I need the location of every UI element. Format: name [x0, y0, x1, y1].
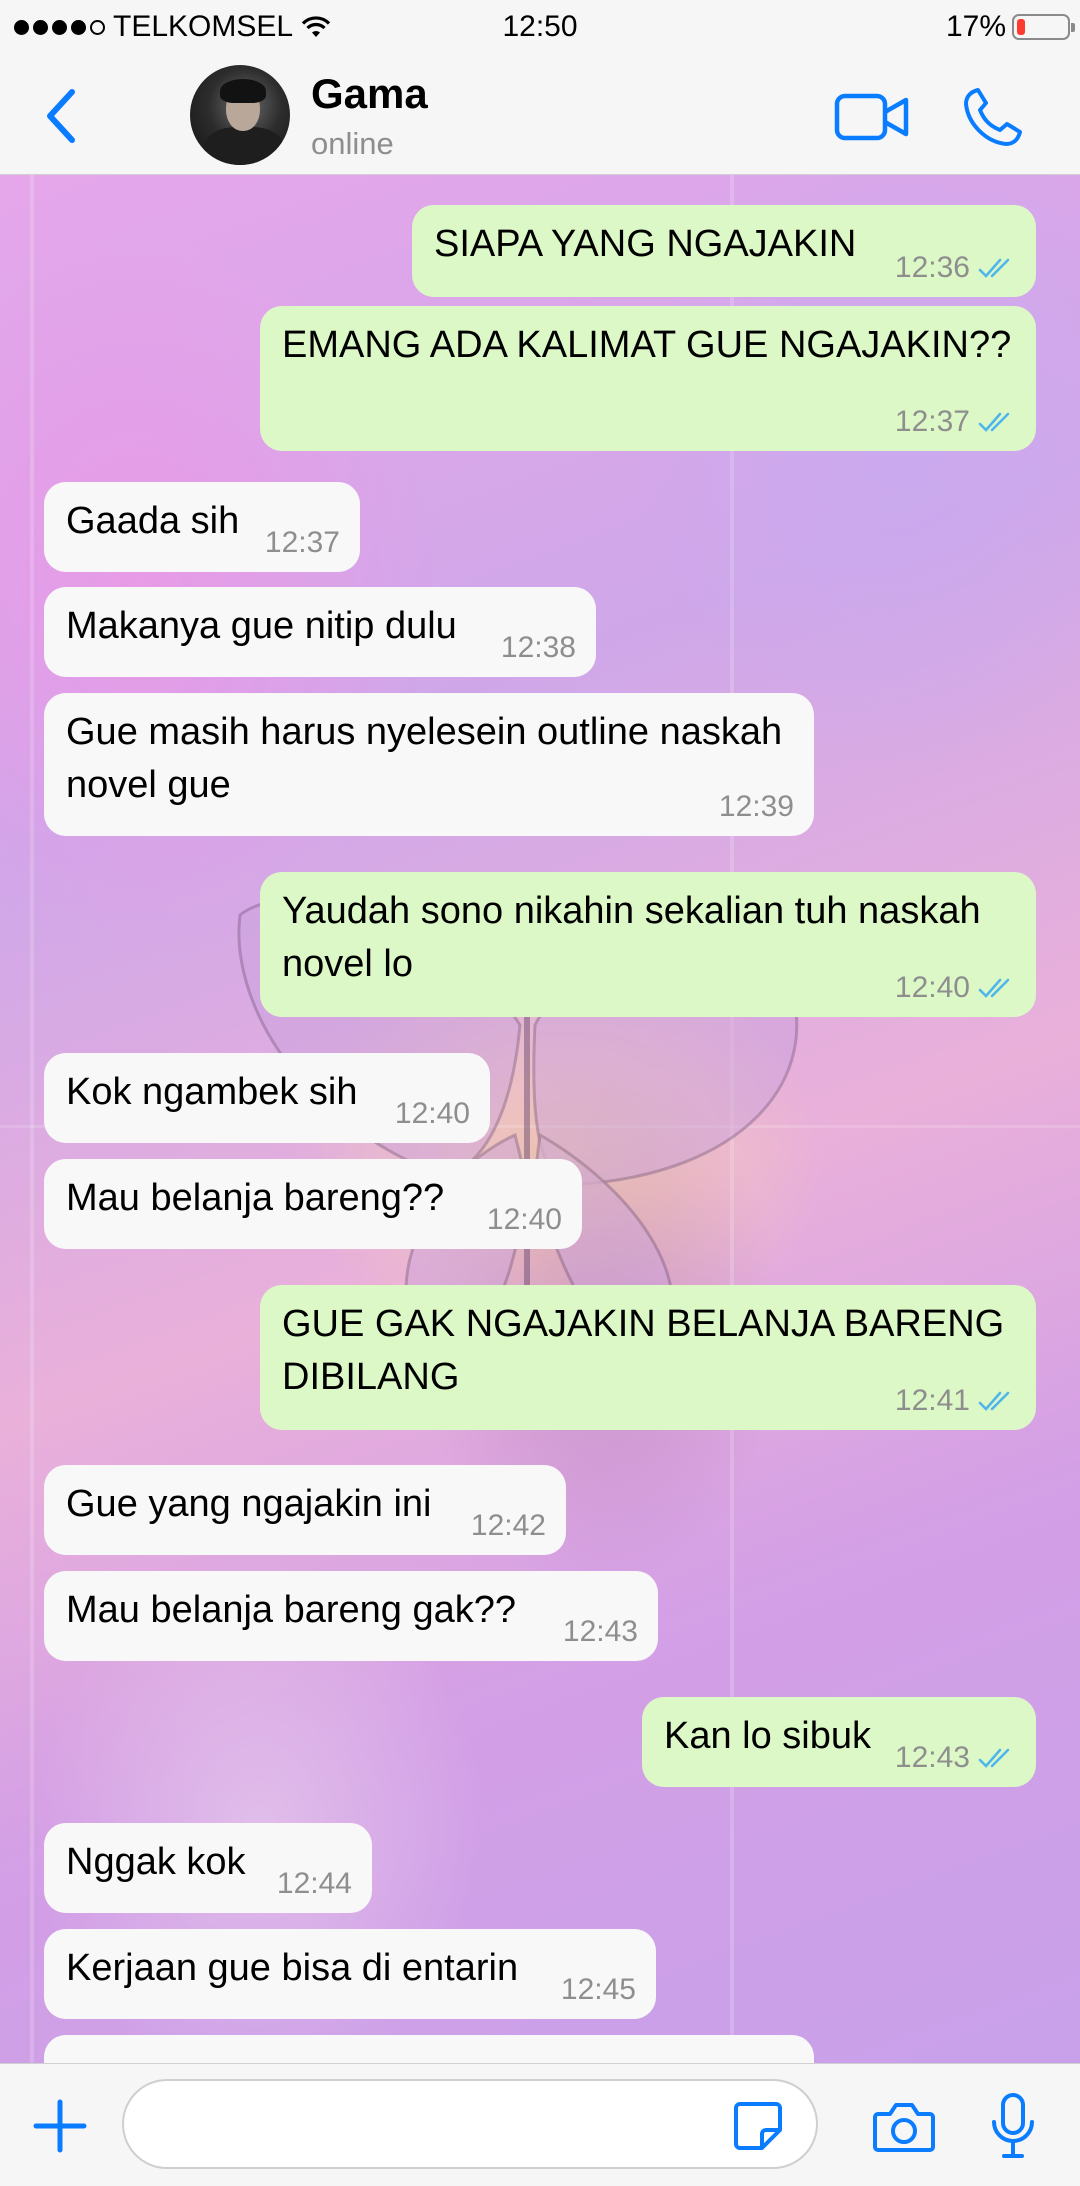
microphone-icon[interactable] [990, 2092, 1036, 2160]
incoming-message-bubble[interactable]: Kerjaan gue bisa di entarin 12:45 [44, 1929, 656, 2019]
message-text: Kok ngambek sih [66, 1071, 358, 1113]
message-time: 12:40 [394, 1097, 470, 1130]
message-text: Yaudah sono nikahin sekalian tuh naskah … [282, 890, 981, 985]
message-text: Mau belanja bareng?? [66, 1177, 445, 1219]
message-text: Gaada sih [66, 500, 240, 542]
incoming-message-bubble-partial[interactable] [44, 2035, 814, 2063]
message-text: Kan lo sibuk [664, 1715, 872, 1757]
message-meta: 12:40 [895, 971, 1016, 1005]
video-camera-icon[interactable] [834, 90, 910, 144]
chat-header: Gama online [0, 56, 1080, 175]
input-bar [0, 2063, 1080, 2186]
battery-icon [1012, 14, 1075, 40]
message-time: 12:43 [894, 1741, 970, 1774]
read-receipt-icon [978, 258, 1010, 278]
message-time: 12:44 [276, 1867, 352, 1900]
incoming-message-bubble[interactable]: Gue masih harus nyelesein outline naskah… [44, 693, 814, 836]
message-time: 12:41 [894, 1384, 970, 1417]
read-receipt-icon [978, 412, 1010, 432]
chevron-left-icon[interactable] [38, 86, 88, 146]
message-time: 12:40 [486, 1203, 562, 1236]
message-meta: 12:37 [895, 405, 1016, 439]
outgoing-message-bubble[interactable]: Yaudah sono nikahin sekalian tuh naskah … [260, 872, 1036, 1017]
outgoing-message-bubble[interactable]: Kan lo sibuk 12:43 [642, 1697, 1036, 1787]
battery-percentage: 17% [945, 10, 1006, 43]
incoming-message-bubble[interactable]: Mau belanja bareng gak?? 12:43 [44, 1571, 658, 1661]
incoming-message-bubble[interactable]: Gue yang ngajakin ini 12:42 [44, 1465, 566, 1555]
incoming-message-bubble[interactable]: Mau belanja bareng?? 12:40 [44, 1159, 582, 1249]
camera-icon[interactable] [872, 2100, 936, 2154]
contact-name[interactable]: Gama [311, 70, 428, 118]
outgoing-message-bubble[interactable]: SIAPA YANG NGAJAKIN 12:36 [412, 205, 1036, 297]
message-meta: 12:43 [563, 1615, 638, 1649]
message-text: Makanya gue nitip dulu [66, 605, 457, 647]
message-time: 12:38 [500, 631, 576, 664]
message-meta: 12:39 [719, 790, 794, 824]
incoming-message-bubble[interactable]: Makanya gue nitip dulu 12:38 [44, 587, 596, 677]
message-meta: 12:42 [471, 1509, 546, 1543]
message-time: 12:45 [560, 1973, 636, 2006]
outgoing-message-bubble[interactable]: GUE GAK NGAJAKIN BELANJA BARENG DIBILANG… [260, 1285, 1036, 1430]
message-text: Mau belanja bareng gak?? [66, 1589, 517, 1631]
status-time: 12:50 [502, 10, 578, 43]
message-text: Gue masih harus nyelesein outline naskah… [66, 711, 783, 806]
incoming-message-bubble[interactable]: Nggak kok 12:44 [44, 1823, 372, 1913]
plus-icon[interactable] [32, 2098, 88, 2154]
message-text: Gue yang ngajakin ini [66, 1483, 432, 1525]
message-meta: 12:38 [501, 631, 576, 665]
read-receipt-icon [978, 1391, 1010, 1411]
message-meta: 12:40 [487, 1203, 562, 1237]
avatar[interactable] [190, 65, 290, 165]
message-meta: 12:45 [561, 1973, 636, 2007]
message-meta: 12:37 [265, 526, 340, 560]
message-meta: 12:40 [395, 1097, 470, 1131]
message-meta: 12:43 [895, 1741, 1016, 1775]
message-time: 12:40 [894, 971, 970, 1004]
message-time: 12:39 [718, 790, 794, 823]
message-time: 12:36 [894, 251, 970, 284]
incoming-message-bubble[interactable]: Kok ngambek sih 12:40 [44, 1053, 490, 1143]
message-meta: 12:44 [277, 1867, 352, 1901]
phone-icon[interactable] [962, 86, 1024, 148]
message-meta: 12:36 [895, 251, 1016, 285]
message-time: 12:37 [894, 405, 970, 438]
message-text: EMANG ADA KALIMAT GUE NGAJAKIN?? [282, 324, 1012, 366]
message-text: SIAPA YANG NGAJAKIN [434, 223, 857, 265]
sticker-icon[interactable] [732, 2100, 784, 2152]
message-time: 12:43 [562, 1615, 638, 1648]
outgoing-message-bubble[interactable]: EMANG ADA KALIMAT GUE NGAJAKIN?? 12:37 [260, 306, 1036, 451]
message-meta: 12:41 [895, 1384, 1016, 1418]
message-time: 12:42 [470, 1509, 546, 1542]
contact-status: online [311, 126, 394, 161]
chat-area[interactable]: SIAPA YANG NGAJAKIN 12:36 EMANG ADA KALIMA… [0, 175, 1080, 2063]
message-time: 12:37 [264, 526, 340, 559]
message-text: Kerjaan gue bisa di entarin [66, 1947, 519, 1989]
incoming-message-bubble[interactable]: Gaada sih 12:37 [44, 482, 360, 572]
status-bar: TELKOMSEL 12:50 17% [0, 0, 1080, 56]
message-text: Nggak kok [66, 1841, 246, 1883]
status-right: 17% [945, 10, 1075, 44]
read-receipt-icon [978, 1748, 1010, 1768]
message-input[interactable] [122, 2079, 818, 2169]
read-receipt-icon [978, 978, 1010, 998]
